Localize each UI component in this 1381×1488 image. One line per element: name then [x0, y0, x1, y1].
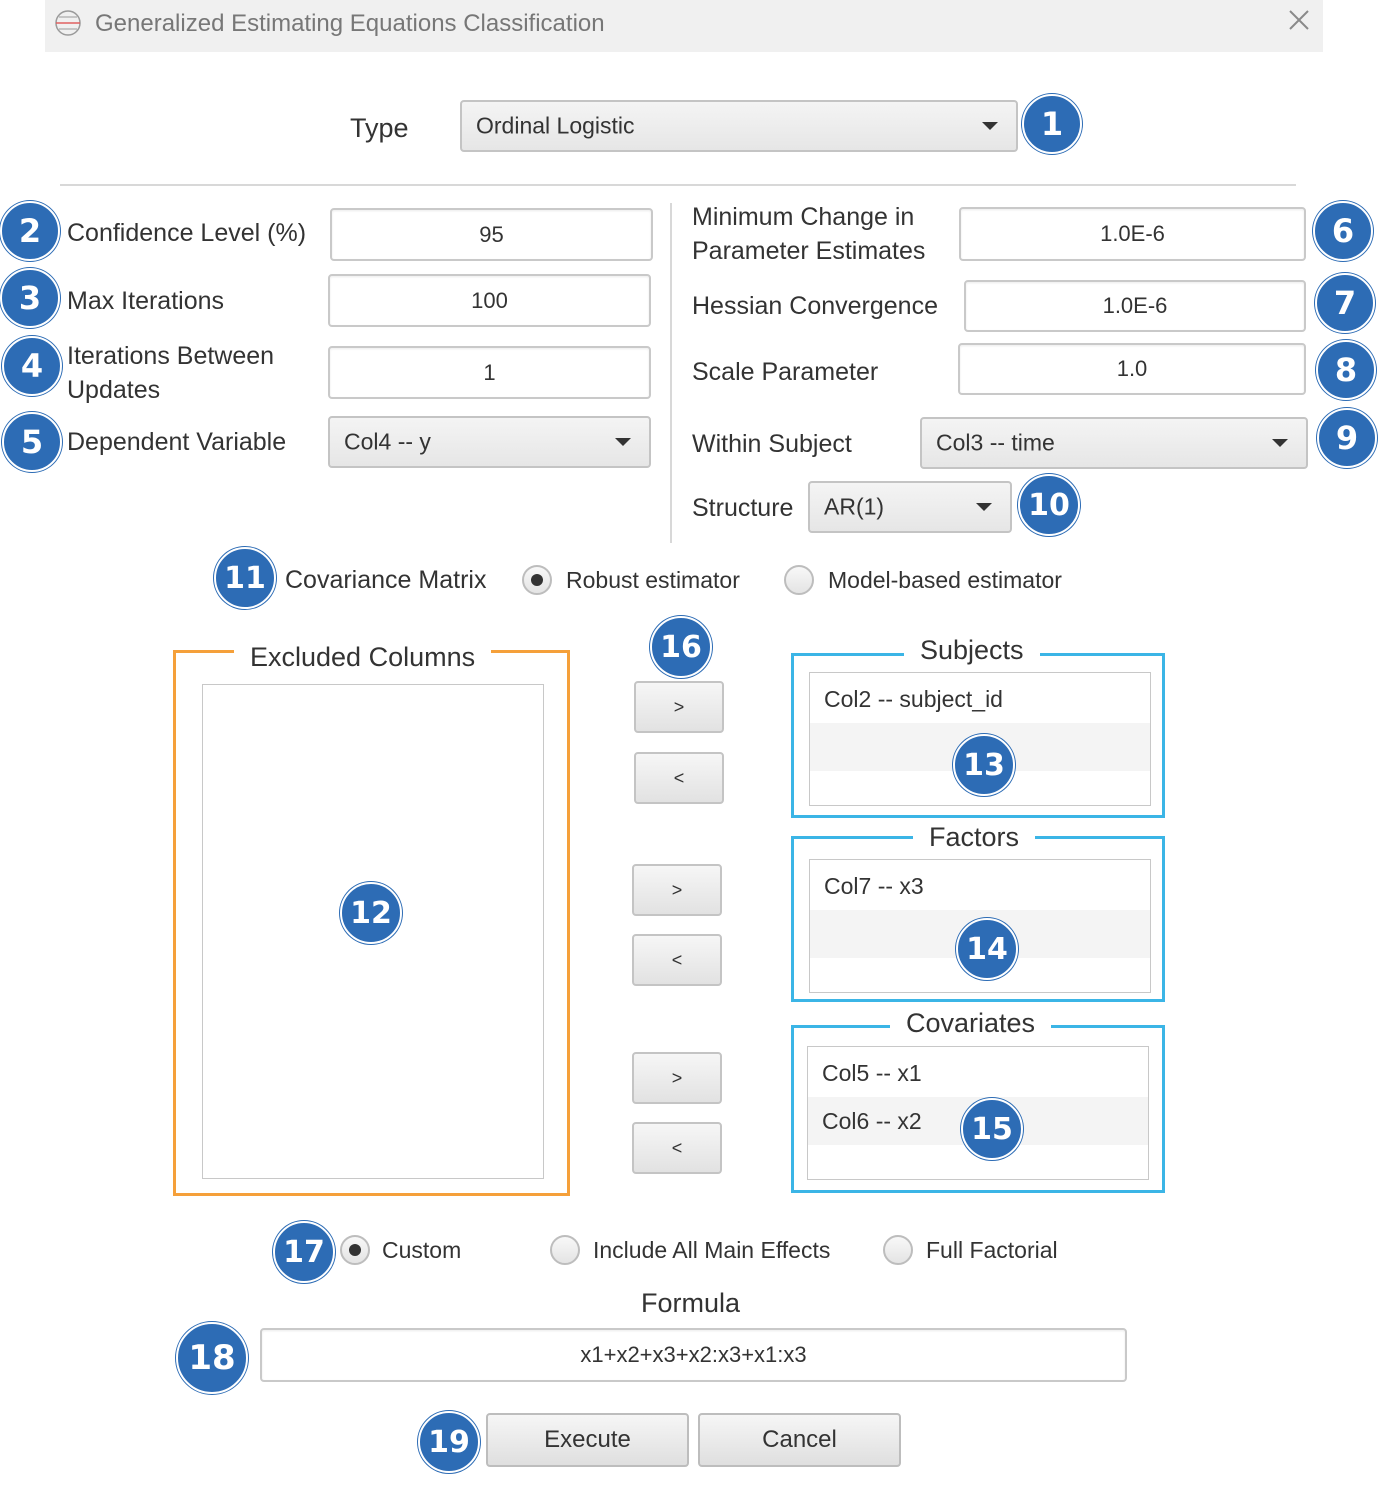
confidence-level-label: Confidence Level (%)	[67, 219, 307, 247]
scale-parameter-label: Scale Parameter	[692, 358, 879, 386]
window-title: Generalized Estimating Equations Classif…	[95, 10, 605, 37]
separator	[60, 184, 1296, 186]
subjects-title: Subjects	[904, 633, 1040, 667]
callout-badge: 7	[1315, 273, 1375, 333]
factors-title: Factors	[913, 820, 1036, 854]
callout-badge: 1	[1022, 94, 1082, 154]
full-factorial-radio[interactable]	[883, 1235, 913, 1265]
separator	[670, 203, 672, 543]
callout-badge: 9	[1317, 408, 1377, 468]
callout-badge: 11	[214, 547, 276, 609]
model-based-estimator-label: Model-based estimator	[828, 567, 1062, 593]
app-logo-icon	[55, 10, 81, 36]
include-all-main-effects-radio[interactable]	[550, 1235, 580, 1265]
remove-subject-button[interactable]: <	[634, 752, 724, 804]
type-combo[interactable]: Ordinal Logistic	[460, 100, 1018, 152]
full-factorial-label: Full Factorial	[926, 1237, 1058, 1263]
include-all-main-effects-label: Include All Main Effects	[593, 1237, 831, 1263]
callout-badge: 10	[1018, 474, 1080, 536]
min-change-label: Minimum Change in Parameter Estimates	[692, 203, 926, 265]
callout-badge: 12	[340, 882, 402, 944]
within-subject-value: Col3 -- time	[936, 429, 1055, 456]
min-change-field[interactable]	[959, 207, 1306, 261]
covariance-matrix-label: Covariance Matrix	[285, 566, 487, 594]
max-iterations-field[interactable]	[328, 274, 651, 327]
list-item[interactable]: Col2 -- subject_id	[810, 675, 1150, 723]
chevron-down-icon	[976, 503, 992, 511]
callout-badge: 6	[1313, 201, 1373, 261]
structure-combo[interactable]: AR(1)	[808, 481, 1012, 533]
list-item[interactable]: Col5 -- x1	[808, 1049, 1148, 1097]
model-based-estimator-radio[interactable]	[784, 565, 814, 595]
custom-radio[interactable]	[340, 1235, 370, 1265]
within-subject-label: Within Subject	[692, 430, 852, 458]
iterations-between-updates-label: Iterations Between Updates	[67, 342, 275, 404]
cancel-button[interactable]: Cancel	[698, 1413, 901, 1467]
execute-button[interactable]: Execute	[486, 1413, 689, 1467]
iterations-between-updates-field[interactable]	[328, 346, 651, 399]
chevron-down-icon	[982, 122, 998, 130]
custom-label: Custom	[382, 1237, 462, 1263]
confidence-level-field[interactable]	[330, 208, 653, 261]
callout-badge: 18	[176, 1322, 248, 1394]
callout-badge: 5	[2, 412, 62, 472]
list-item[interactable]: Col7 -- x3	[810, 862, 1150, 910]
close-icon[interactable]	[1285, 6, 1313, 34]
formula-label: Formula	[641, 1288, 741, 1318]
add-factor-button[interactable]: >	[632, 864, 722, 916]
max-iterations-label: Max Iterations	[67, 287, 225, 315]
robust-estimator-label: Robust estimator	[566, 567, 740, 593]
callout-badge: 8	[1316, 340, 1376, 400]
remove-factor-button[interactable]: <	[632, 934, 722, 986]
dependent-variable-value: Col4 -- y	[344, 428, 431, 455]
callout-badge: 4	[2, 336, 62, 396]
covariates-title: Covariates	[890, 1006, 1052, 1040]
robust-estimator-radio[interactable]	[522, 565, 552, 595]
callout-badge: 16	[650, 616, 712, 678]
formula-field[interactable]	[260, 1328, 1127, 1382]
dependent-variable-combo[interactable]: Col4 -- y	[328, 416, 651, 468]
callout-badge: 15	[961, 1098, 1023, 1160]
callout-badge: 13	[953, 734, 1015, 796]
remove-covariate-button[interactable]: <	[632, 1122, 722, 1174]
callout-badge: 14	[956, 918, 1018, 980]
callout-badge: 17	[273, 1221, 335, 1283]
chevron-down-icon	[1272, 439, 1288, 447]
title-bar: Generalized Estimating Equations Classif…	[45, 0, 1323, 52]
hessian-convergence-field[interactable]	[964, 280, 1306, 332]
within-subject-combo[interactable]: Col3 -- time	[920, 417, 1308, 469]
dependent-variable-label: Dependent Variable	[67, 428, 287, 456]
excluded-columns-title: Excluded Columns	[234, 640, 492, 674]
scale-parameter-field[interactable]	[958, 343, 1306, 395]
add-covariate-button[interactable]: >	[632, 1052, 722, 1104]
type-combo-value: Ordinal Logistic	[476, 112, 635, 139]
structure-label: Structure	[692, 494, 794, 522]
type-label: Type	[350, 113, 409, 143]
hessian-convergence-label: Hessian Convergence	[692, 292, 938, 320]
callout-badge: 2	[0, 201, 60, 261]
callout-badge: 19	[418, 1411, 480, 1473]
callout-badge: 3	[0, 268, 60, 328]
structure-value: AR(1)	[824, 493, 885, 520]
chevron-down-icon	[615, 438, 631, 446]
add-subject-button[interactable]: >	[634, 681, 724, 733]
